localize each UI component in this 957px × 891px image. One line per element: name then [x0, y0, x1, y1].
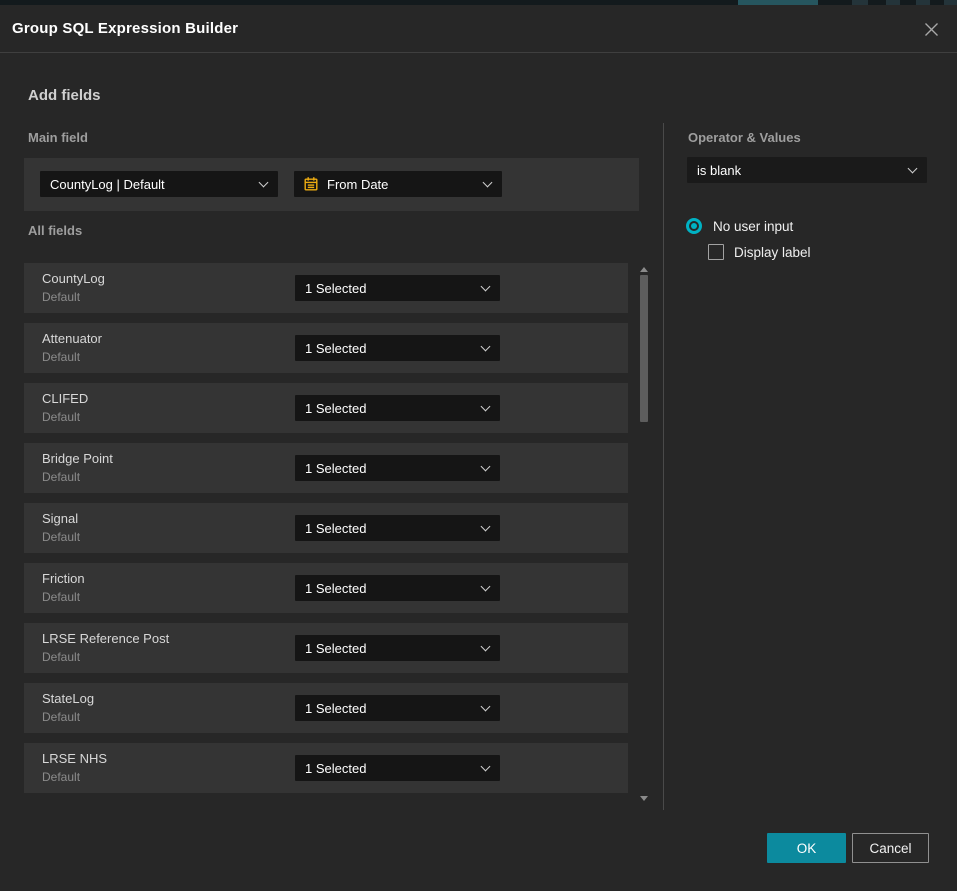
- field-name-label: CountyLog: [42, 271, 105, 286]
- chevron-down-icon: [259, 178, 269, 188]
- operator-dropdown[interactable]: is blank: [687, 157, 927, 183]
- scroll-down-arrow-icon[interactable]: [640, 796, 648, 801]
- add-fields-heading: Add fields: [28, 87, 101, 104]
- cancel-button[interactable]: Cancel: [852, 833, 929, 863]
- field-default-label: Default: [42, 770, 80, 784]
- main-field-date-dropdown[interactable]: From Date: [294, 171, 502, 197]
- field-name-label: StateLog: [42, 691, 94, 706]
- field-name-label: LRSE NHS: [42, 751, 107, 766]
- field-selection-dropdown[interactable]: 1 Selected: [295, 455, 500, 481]
- field-row: CLIFED Default 1 Selected: [24, 383, 628, 433]
- field-default-label: Default: [42, 290, 80, 304]
- field-row: Bridge Point Default 1 Selected: [24, 443, 628, 493]
- chevron-down-icon: [481, 282, 491, 292]
- no-user-input-radio[interactable]: No user input: [686, 218, 793, 234]
- selection-count-label: 1 Selected: [295, 581, 366, 596]
- field-default-label: Default: [42, 590, 80, 604]
- field-selection-dropdown[interactable]: 1 Selected: [295, 575, 500, 601]
- close-button[interactable]: [919, 17, 943, 41]
- vertical-divider: [663, 123, 664, 810]
- all-fields-list: CountyLog Default 1 Selected Attenuator …: [24, 263, 628, 803]
- selection-count-label: 1 Selected: [295, 341, 366, 356]
- selection-count-label: 1 Selected: [295, 461, 366, 476]
- field-selection-dropdown[interactable]: 1 Selected: [295, 755, 500, 781]
- scroll-up-arrow-icon[interactable]: [640, 267, 648, 272]
- selection-count-label: 1 Selected: [295, 401, 366, 416]
- field-default-label: Default: [42, 650, 80, 664]
- field-row: Friction Default 1 Selected: [24, 563, 628, 613]
- field-default-label: Default: [42, 470, 80, 484]
- field-selection-dropdown[interactable]: 1 Selected: [295, 695, 500, 721]
- chevron-down-icon: [481, 462, 491, 472]
- ok-button[interactable]: OK: [767, 833, 846, 863]
- operator-value: is blank: [687, 163, 741, 178]
- selection-count-label: 1 Selected: [295, 521, 366, 536]
- selection-count-label: 1 Selected: [295, 281, 366, 296]
- main-field-date-value: From Date: [319, 177, 388, 192]
- field-row: Attenuator Default 1 Selected: [24, 323, 628, 373]
- field-name-label: CLIFED: [42, 391, 88, 406]
- chevron-down-icon: [481, 402, 491, 412]
- selection-count-label: 1 Selected: [295, 761, 366, 776]
- checkbox-unchecked-icon: [708, 244, 724, 260]
- radio-label: No user input: [713, 219, 793, 234]
- field-name-label: Signal: [42, 511, 78, 526]
- main-field-label: Main field: [28, 130, 88, 145]
- scrollbar-thumb[interactable]: [640, 275, 648, 422]
- close-icon: [924, 22, 939, 37]
- field-default-label: Default: [42, 530, 80, 544]
- field-row: Signal Default 1 Selected: [24, 503, 628, 553]
- field-default-label: Default: [42, 710, 80, 724]
- chevron-down-icon: [481, 522, 491, 532]
- operator-values-label: Operator & Values: [688, 130, 801, 145]
- selection-count-label: 1 Selected: [295, 641, 366, 656]
- chevron-down-icon: [481, 642, 491, 652]
- chevron-down-icon: [481, 762, 491, 772]
- field-name-label: Friction: [42, 571, 85, 586]
- main-field-source-value: CountyLog | Default: [40, 177, 165, 192]
- field-selection-dropdown[interactable]: 1 Selected: [295, 335, 500, 361]
- field-name-label: Attenuator: [42, 331, 102, 346]
- field-default-label: Default: [42, 350, 80, 364]
- chevron-down-icon: [481, 582, 491, 592]
- group-sql-expression-builder-dialog: Group SQL Expression Builder Add fields …: [0, 0, 957, 891]
- fields-scrollbar[interactable]: [640, 258, 648, 808]
- main-field-panel: CountyLog | Default From Date: [24, 158, 639, 211]
- field-name-label: Bridge Point: [42, 451, 113, 466]
- field-selection-dropdown[interactable]: 1 Selected: [295, 275, 500, 301]
- chevron-down-icon: [481, 702, 491, 712]
- field-selection-dropdown[interactable]: 1 Selected: [295, 635, 500, 661]
- selection-count-label: 1 Selected: [295, 701, 366, 716]
- checkbox-label: Display label: [734, 245, 811, 260]
- all-fields-label: All fields: [28, 223, 82, 238]
- radio-selected-icon: [686, 218, 702, 234]
- main-field-source-dropdown[interactable]: CountyLog | Default: [40, 171, 278, 197]
- field-row: StateLog Default 1 Selected: [24, 683, 628, 733]
- display-label-checkbox[interactable]: Display label: [708, 244, 811, 260]
- field-row: LRSE NHS Default 1 Selected: [24, 743, 628, 793]
- dialog-header: Group SQL Expression Builder: [0, 5, 957, 53]
- field-selection-dropdown[interactable]: 1 Selected: [295, 395, 500, 421]
- calendar-icon: [303, 176, 319, 192]
- chevron-down-icon: [483, 178, 493, 188]
- dialog-title: Group SQL Expression Builder: [12, 20, 238, 37]
- field-default-label: Default: [42, 410, 80, 424]
- field-name-label: LRSE Reference Post: [42, 631, 169, 646]
- field-selection-dropdown[interactable]: 1 Selected: [295, 515, 500, 541]
- chevron-down-icon: [481, 342, 491, 352]
- field-row: CountyLog Default 1 Selected: [24, 263, 628, 313]
- chevron-down-icon: [908, 164, 918, 174]
- field-row: LRSE Reference Post Default 1 Selected: [24, 623, 628, 673]
